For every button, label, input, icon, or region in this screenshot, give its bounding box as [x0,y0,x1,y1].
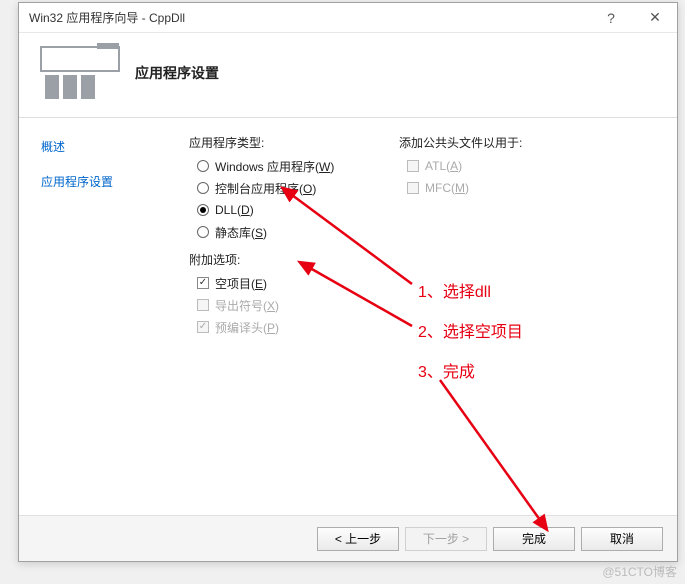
radio-icon [197,226,209,238]
public-headers-label: 添加公共头文件以用于: [399,134,657,151]
sidebar: 概述 应用程序设置 [19,118,179,528]
app-type-label: 应用程序类型: [189,134,399,151]
help-button[interactable]: ? [589,3,633,33]
window-title: Win32 应用程序向导 - CppDll [29,9,589,26]
wizard-dialog: Win32 应用程序向导 - CppDll ? ✕ 应用程序设置 概述 应用程序… [18,2,678,562]
right-column: 添加公共头文件以用于: ATL(A) MFC(M) [399,134,657,518]
radio-windows-app[interactable]: Windows 应用程序(W) [197,157,399,175]
prev-button[interactable]: < 上一步 [317,527,399,551]
checkbox-icon [407,160,419,172]
radio-dll[interactable]: DLL(D) [197,201,399,219]
radio-icon [197,160,209,172]
content-area: 概述 应用程序设置 应用程序类型: Windows 应用程序(W) 控制台应用程… [19,118,677,528]
cancel-button[interactable]: 取消 [581,527,663,551]
finish-button[interactable]: 完成 [493,527,575,551]
checkbox-icon [197,277,209,289]
checkbox-precompiled-header: 预编译头(P) [197,318,399,336]
wizard-header: 应用程序设置 [19,33,677,118]
extra-options-label: 附加选项: [189,251,399,268]
sidebar-item-settings[interactable]: 应用程序设置 [41,169,169,194]
radio-console-app[interactable]: 控制台应用程序(O) [197,179,399,197]
checkbox-mfc: MFC(M) [407,179,657,197]
left-column: 应用程序类型: Windows 应用程序(W) 控制台应用程序(O) DLL(D… [189,134,399,518]
sidebar-item-overview[interactable]: 概述 [41,134,169,159]
wizard-icon [37,43,123,103]
main-panel: 应用程序类型: Windows 应用程序(W) 控制台应用程序(O) DLL(D… [179,118,677,528]
checkbox-icon [197,299,209,311]
footer: < 上一步 下一步 > 完成 取消 [19,515,677,561]
checkbox-icon [407,182,419,194]
radio-icon [197,204,209,216]
checkbox-icon [197,321,209,333]
close-button[interactable]: ✕ [633,3,677,33]
checkbox-export-symbols: 导出符号(X) [197,296,399,314]
radio-icon [197,182,209,194]
titlebar: Win32 应用程序向导 - CppDll ? ✕ [19,3,677,33]
checkbox-atl: ATL(A) [407,157,657,175]
next-button: 下一步 > [405,527,487,551]
watermark: @51CTO博客 [602,563,677,580]
checkbox-empty-project[interactable]: 空项目(E) [197,274,399,292]
radio-static-lib[interactable]: 静态库(S) [197,223,399,241]
page-title: 应用程序设置 [135,63,219,83]
